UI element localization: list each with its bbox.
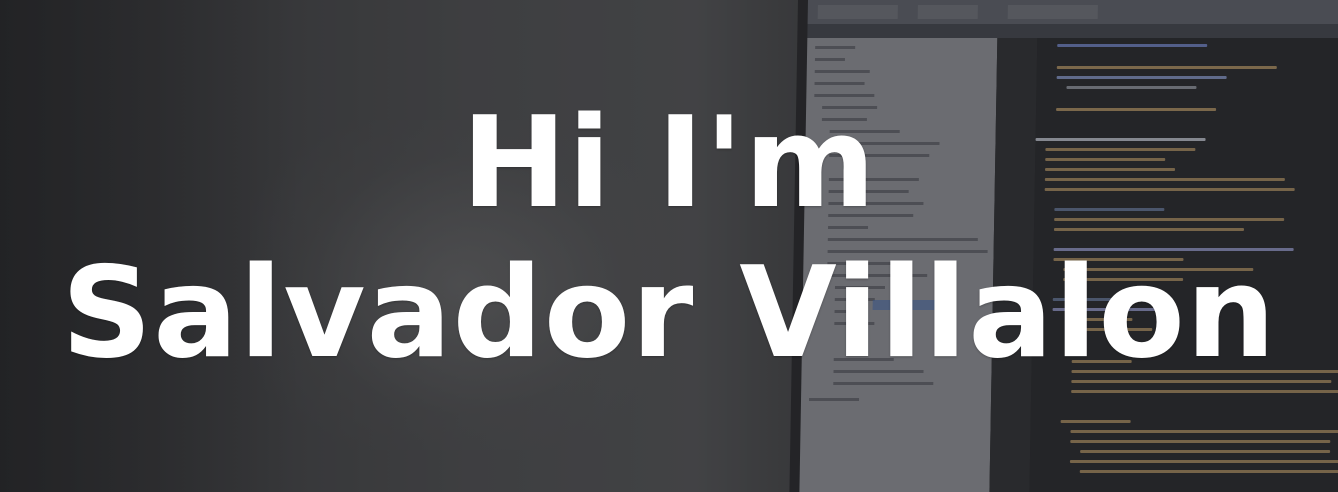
greeting-text: Hi I'm: [461, 89, 877, 236]
hero-banner: Hi I'm Salvador Villalon: [0, 0, 1338, 492]
hero-heading: Hi I'm Salvador Villalon: [0, 88, 1338, 388]
name-text: Salvador Villalon: [61, 239, 1277, 386]
